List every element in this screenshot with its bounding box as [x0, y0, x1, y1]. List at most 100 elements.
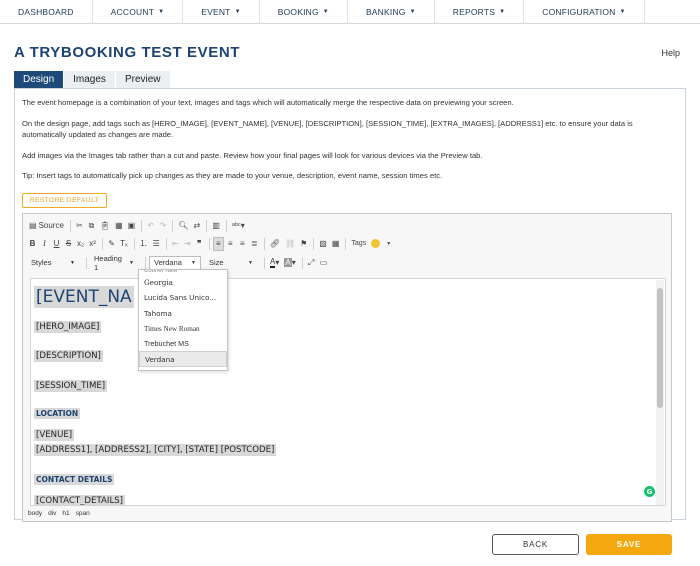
toolbar-separator: [86, 256, 87, 269]
nav-dashboard[interactable]: DASHBOARD: [0, 0, 93, 24]
help-paragraph: On the design page, add tags such as [HE…: [22, 119, 633, 139]
nav-banking[interactable]: BANKING ▼: [348, 0, 435, 24]
source-label: Source: [38, 221, 64, 230]
event-name-heading: [EVENT_NA: [34, 286, 134, 308]
underline-icon[interactable]: U: [51, 237, 62, 251]
replace-icon[interactable]: ⇄: [191, 219, 202, 233]
path-div[interactable]: div: [48, 510, 56, 517]
bulleted-list-icon[interactable]: ☰: [151, 237, 162, 251]
nav-account[interactable]: ACCOUNT ▼: [93, 0, 184, 24]
anchor-flag-icon[interactable]: ⚑: [298, 237, 309, 251]
align-right-icon[interactable]: ≡: [237, 237, 248, 251]
editor-content[interactable]: [EVENT_NA [HERO_IMAGE] [DESCRIPTION] [SE…: [30, 278, 666, 506]
grammarly-icon[interactable]: G: [644, 486, 655, 497]
paste-word-icon[interactable]: ▣: [126, 219, 138, 233]
styles-select[interactable]: Styles ▼: [27, 256, 79, 270]
toolbar-separator: [165, 237, 167, 250]
find-icon[interactable]: 🔍︎: [176, 219, 190, 233]
editor-scrollbar[interactable]: [656, 280, 664, 505]
background-color-icon[interactable]: A ▾: [282, 256, 297, 270]
page-title: A TRYBOOKING TEST EVENT: [14, 44, 241, 61]
chevron-down-icon: ▼: [248, 259, 253, 266]
image-icon[interactable]: ▨: [317, 237, 329, 251]
subscript-icon[interactable]: x₂: [75, 237, 86, 251]
chevron-down-icon[interactable]: ▼: [383, 237, 394, 251]
nav-event-label: EVENT: [201, 7, 231, 17]
undo-icon[interactable]: ↶: [145, 219, 156, 233]
help-link[interactable]: Help: [661, 48, 680, 58]
nav-configuration[interactable]: CONFIGURATION ▼: [524, 0, 645, 24]
format-select[interactable]: Heading 1 ▼: [90, 254, 138, 272]
toolbar-separator: [145, 256, 146, 269]
path-h1[interactable]: h1: [62, 510, 69, 517]
nav-reports[interactable]: REPORTS ▼: [435, 0, 525, 24]
select-all-icon[interactable]: ▥: [210, 219, 222, 233]
toolbar-separator: [264, 256, 265, 269]
align-left-icon[interactable]: ≡: [212, 236, 224, 251]
font-option-tahoma[interactable]: Tahoma: [139, 306, 227, 321]
tab-design[interactable]: Design: [14, 71, 64, 88]
font-option-trebuchet[interactable]: Trebuchet MS: [139, 336, 227, 351]
font-option-georgia[interactable]: Georgia: [139, 275, 227, 290]
nav-booking-label: BOOKING: [277, 7, 319, 17]
tags-button[interactable]: Tags: [349, 237, 368, 251]
caret-down-icon: ▼: [619, 9, 626, 15]
strikethrough-icon[interactable]: S: [63, 237, 74, 251]
copy-format-icon[interactable]: ✎: [106, 237, 117, 251]
venue-tag: [VENUE]: [34, 429, 75, 441]
cut-icon[interactable]: ✂: [74, 219, 85, 233]
blockquote-icon[interactable]: ❞: [194, 237, 205, 251]
top-nav: DASHBOARD ACCOUNT ▼ EVENT ▼ BOOKING ▼ BANKI…: [0, 0, 700, 24]
font-option-lucida[interactable]: Lucida Sans Unico...: [139, 290, 227, 305]
restore-default-button[interactable]: RESTORE DEFAULT: [22, 193, 107, 208]
size-select[interactable]: Size ▼: [205, 256, 257, 270]
superscript-icon[interactable]: x²: [87, 237, 98, 251]
toolbar-separator: [263, 237, 265, 250]
toolbar-separator: [141, 219, 143, 232]
help-paragraph: The event homepage is a combination of y…: [22, 98, 514, 107]
source-icon: ▤: [29, 221, 37, 230]
table-icon[interactable]: ▦: [330, 237, 342, 251]
outdent-icon[interactable]: ⇤: [170, 237, 181, 251]
font-option-verdana[interactable]: Verdana: [139, 351, 227, 367]
contact-heading: CONTACT DETAILS: [34, 474, 115, 485]
align-center-icon[interactable]: ≡: [225, 237, 236, 251]
address-tag: [ADDRESS1], [ADDRESS2], [CITY], [STATE] …: [34, 444, 277, 456]
paste-icon[interactable]: 📋︎: [98, 219, 112, 233]
source-button[interactable]: ▤ Source: [27, 219, 66, 233]
toolbar-separator: [172, 219, 174, 232]
toolbar-separator: [133, 237, 135, 250]
tags-circle-icon[interactable]: [369, 237, 382, 251]
copy-icon[interactable]: ⧉: [86, 219, 97, 233]
redo-icon[interactable]: ↷: [157, 219, 168, 233]
nav-booking[interactable]: BOOKING ▼: [260, 0, 348, 24]
help-paragraph: Add images via the Images tab rather tha…: [22, 151, 483, 160]
back-button[interactable]: BACK: [492, 534, 579, 555]
show-blocks-icon[interactable]: ▭: [318, 256, 330, 270]
spellcheck-icon[interactable]: ᵃᵇᶜ▾: [230, 219, 247, 233]
italic-icon[interactable]: I: [39, 237, 50, 251]
path-span[interactable]: span: [76, 510, 90, 517]
font-option-times[interactable]: Times New Roman: [139, 321, 227, 336]
link-icon[interactable]: 🔗︎: [268, 237, 282, 251]
tab-preview[interactable]: Preview: [115, 71, 170, 88]
save-button[interactable]: SAVE: [586, 534, 672, 555]
maximize-icon[interactable]: ⤢: [306, 256, 317, 270]
caret-down-icon: ▼: [158, 9, 165, 15]
align-justify-icon[interactable]: ≣: [249, 237, 260, 251]
caret-down-icon: ▼: [322, 9, 329, 15]
path-body[interactable]: body: [28, 510, 42, 517]
nav-event[interactable]: EVENT ▼: [183, 0, 260, 24]
unlink-icon[interactable]: ⛓: [283, 237, 297, 251]
paste-text-icon[interactable]: ▦: [113, 219, 125, 233]
description-tag: [DESCRIPTION]: [34, 350, 103, 362]
tab-images[interactable]: Images: [64, 71, 115, 88]
bold-icon[interactable]: B: [27, 237, 38, 251]
font-select[interactable]: Verdana ▼: [149, 255, 201, 270]
remove-format-icon[interactable]: Tₓ: [118, 237, 130, 251]
indent-icon[interactable]: ⇥: [182, 237, 193, 251]
scrollbar-thumb[interactable]: [657, 288, 663, 408]
text-color-icon[interactable]: A ▾: [268, 256, 281, 270]
session-time-tag: [SESSION_TIME]: [34, 380, 108, 392]
numbered-list-icon[interactable]: ⒈: [138, 237, 150, 251]
